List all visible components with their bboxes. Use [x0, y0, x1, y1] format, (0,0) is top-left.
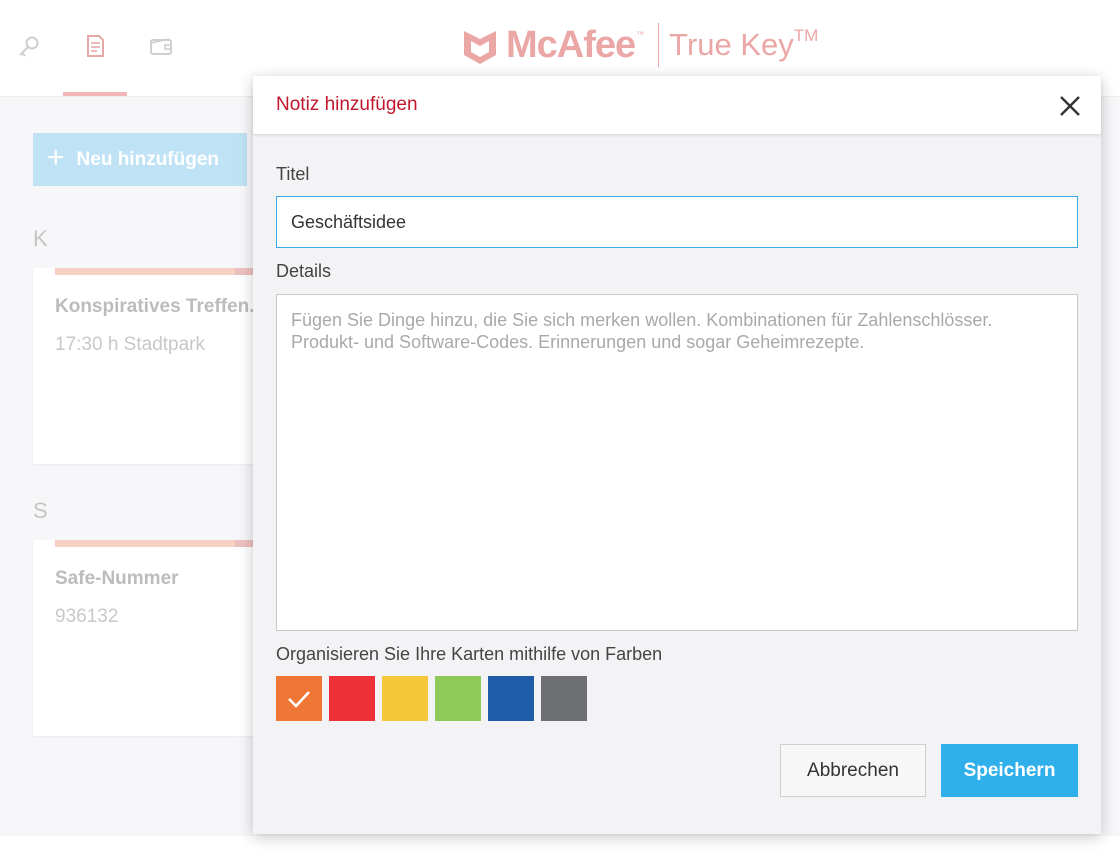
card-title: Konspiratives Treffen. [55, 296, 255, 317]
brand-trademark: ™ [636, 30, 645, 39]
card-subtitle: 17:30 h Stadtpark [55, 334, 205, 355]
product-name: True Key [669, 27, 794, 62]
add-new-label: Neu hinzufügen [76, 148, 220, 170]
color-swatch[interactable] [276, 676, 322, 721]
card-color-strip [55, 540, 258, 547]
note-icon[interactable] [79, 30, 111, 62]
color-swatch[interactable] [382, 676, 428, 721]
logo-divider [658, 23, 660, 67]
product-trademark: TM [793, 26, 819, 45]
mcafee-logo: McAfee ™ True Key TM [462, 22, 818, 68]
dialog-title: Notiz hinzufügen [276, 94, 418, 115]
save-button[interactable]: Speichern [941, 744, 1078, 797]
cancel-button[interactable]: Abbrechen [780, 744, 926, 797]
add-note-dialog: Notiz hinzufügen Titel Details Organisie… [253, 76, 1101, 834]
details-label: Details [276, 261, 332, 281]
close-icon[interactable] [1056, 92, 1084, 120]
mcafee-shield-icon [464, 31, 496, 64]
checkmark-icon [288, 690, 310, 708]
color-swatch[interactable] [488, 676, 534, 721]
section-letter-s: S [33, 498, 48, 523]
card-color-strip [55, 268, 258, 275]
card-subtitle: 936132 [55, 606, 119, 627]
active-tab-indicator [63, 92, 127, 96]
color-swatch[interactable] [329, 676, 375, 721]
title-input[interactable] [276, 196, 1078, 248]
brand-name: McAfee [506, 23, 636, 66]
bottom-band [0, 836, 1120, 851]
color-picker [276, 676, 587, 721]
colors-label: Organisieren Sie Ihre Karten mithilfe vo… [276, 644, 663, 664]
card-title: Safe-Nummer [55, 568, 179, 589]
note-card[interactable]: Safe-Nummer 936132 [33, 540, 258, 736]
color-swatch[interactable] [541, 676, 587, 721]
key-icon[interactable] [13, 30, 45, 62]
add-new-button[interactable]: + Neu hinzufügen [33, 133, 247, 186]
note-card[interactable]: Konspiratives Treffen. 17:30 h Stadtpark [33, 268, 258, 464]
color-swatch[interactable] [435, 676, 481, 721]
section-letter-k: K [33, 226, 48, 251]
dialog-header: Notiz hinzufügen [253, 76, 1101, 135]
plus-icon: + [47, 141, 65, 174]
wallet-icon[interactable] [145, 30, 177, 62]
details-textarea[interactable] [276, 294, 1078, 631]
title-label: Titel [276, 164, 310, 184]
